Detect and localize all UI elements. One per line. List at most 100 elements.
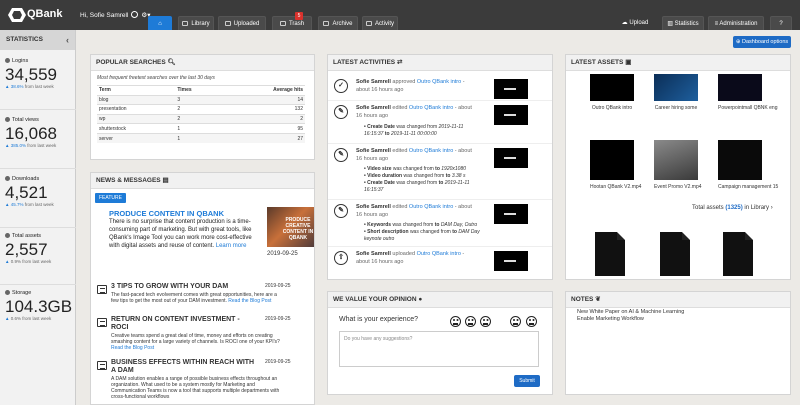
asset-thumbnail[interactable] <box>494 79 528 99</box>
activity-user[interactable]: Sofie Samrell <box>356 79 391 85</box>
activity-asset-link[interactable]: Outro QBank intro <box>409 204 453 210</box>
very-happy-face-icon[interactable] <box>526 316 537 327</box>
tab-archive[interactable]: Archive <box>318 16 358 30</box>
column-header[interactable]: Times <box>175 85 221 96</box>
library-icon <box>182 21 189 26</box>
notes-content[interactable]: New White Paper on AI & Machine Learning… <box>577 309 684 323</box>
featured-image[interactable]: PRODUCE CREATIVE CONTENT IN QBANK <box>267 207 314 247</box>
activity-user[interactable]: Sofie Samrell <box>356 251 391 257</box>
asset-tile[interactable]: Hootan QBank V2.mp4 <box>590 140 641 190</box>
tab-uploaded[interactable]: Uploaded <box>218 16 266 30</box>
asset-thumbnail[interactable] <box>494 105 528 125</box>
very-unhappy-face-icon[interactable] <box>450 316 461 327</box>
asset-tile[interactable]: Career hiring some <box>654 74 698 111</box>
term-cell[interactable]: blog <box>97 94 176 105</box>
dashboard-options-button[interactable]: ⊕ Dashboard options <box>733 36 791 48</box>
help-button[interactable]: ? <box>770 16 792 30</box>
term-cell[interactable]: presentation <box>97 104 176 115</box>
dashboard-options-label: Dashboard options <box>741 39 789 45</box>
article-title[interactable]: BUSINESS EFFECTS WITHIN REACH WITH A DAM <box>111 359 256 375</box>
activity-user[interactable]: Sofie Samrell <box>356 148 391 154</box>
activity-asset-link[interactable]: Outro QBank intro <box>409 148 453 154</box>
total-assets-link[interactable]: Total assets (1325) in Library › <box>692 205 773 211</box>
table-row[interactable]: blog 3 14 <box>97 94 305 105</box>
happy-face-icon[interactable] <box>510 316 521 327</box>
asset-thumbnail[interactable] <box>718 140 762 180</box>
activity-user[interactable]: Sofie Samrell <box>356 105 391 111</box>
eye-icon <box>5 117 10 122</box>
stat-storage: Storage 104.3GB ▲ 0.6% from last week <box>0 290 76 321</box>
table-row[interactable]: shutterstock 1 95 <box>97 123 305 134</box>
activity-asset-link[interactable]: Outro QBank intro <box>409 105 453 111</box>
plus-circle-icon: ⊕ <box>735 39 741 45</box>
stat-change-text: from last week <box>24 202 54 207</box>
times-cell: 2 <box>175 104 221 115</box>
activity-user[interactable]: Sofie Samrell <box>356 204 391 210</box>
learn-more-link[interactable]: Learn more <box>216 243 247 249</box>
upload-icon: ⇧ <box>334 251 348 265</box>
activity-asset-link[interactable]: Outro QBank intro <box>417 79 461 85</box>
table-row[interactable]: wp 2 2 <box>97 113 305 124</box>
read-blog-link[interactable]: Read the Blog Post <box>111 345 154 351</box>
change-text: was changed from <box>392 166 434 172</box>
tab-library[interactable]: Library <box>178 16 214 30</box>
change-list: Create Date was changed from 2019-11-11 … <box>364 124 484 138</box>
document-icon[interactable] <box>723 232 753 276</box>
app-name[interactable]: QBank <box>27 8 62 20</box>
featured-date: 2019-09-25 <box>267 251 298 257</box>
panel-title: POPULAR SEARCHES <box>96 59 166 66</box>
neutral-face-icon[interactable] <box>480 316 491 327</box>
qbank-logo-icon[interactable] <box>8 8 26 22</box>
asset-thumbnail[interactable] <box>590 74 634 101</box>
divider <box>328 100 552 101</box>
change-list: Video size was changed from to 1920x1080… <box>364 166 484 194</box>
asset-thumbnail[interactable] <box>590 140 634 180</box>
asset-thumbnail[interactable] <box>654 74 698 101</box>
stat-label: Downloads <box>12 176 40 182</box>
article-title[interactable]: 3 TIPS TO GROW WITH YOUR DAM <box>111 283 256 291</box>
stat-downloads: Downloads 4,521 ▲ 45.7% from last week <box>0 176 76 207</box>
asset-thumbnail[interactable] <box>718 74 762 101</box>
asset-thumbnail[interactable] <box>654 140 698 180</box>
shuffle-icon: ⇄ <box>396 59 403 66</box>
article-title[interactable]: RETURN ON CONTENT INVESTMENT - ROCI <box>111 316 256 332</box>
document-icon[interactable] <box>660 232 690 276</box>
column-header[interactable]: Average hits <box>220 85 305 96</box>
featured-title[interactable]: PRODUCE CONTENT IN QBANK <box>109 209 224 218</box>
trash-icon <box>279 21 286 26</box>
term-cell[interactable]: wp <box>97 113 176 124</box>
read-blog-link[interactable]: Read the Blog Post <box>228 298 271 304</box>
tab-home[interactable]: ⌂ <box>148 16 172 30</box>
submit-button[interactable]: Submit <box>514 375 540 387</box>
stat-change: 38.6% <box>10 84 24 89</box>
asset-thumbnail[interactable] <box>494 148 528 168</box>
statistics-button[interactable]: ▥ Statistics <box>662 16 704 30</box>
term-cell[interactable]: shutterstock <box>97 123 176 134</box>
administration-label: Administration <box>719 21 758 27</box>
unhappy-face-icon[interactable] <box>465 316 476 327</box>
table-row[interactable]: presentation 2 132 <box>97 104 305 115</box>
suggestions-textarea[interactable]: Do you have any suggestions? <box>339 331 539 367</box>
column-header[interactable]: Term <box>97 85 176 96</box>
term-cell[interactable]: server <box>97 132 176 144</box>
asset-thumbnail[interactable] <box>494 251 528 271</box>
user-greeting[interactable]: Hi, Sofie Samrell ⚙▾ <box>80 11 151 19</box>
stat-change: 0.9% <box>10 259 21 264</box>
activity-asset-link[interactable]: Outro QBank intro <box>417 251 461 257</box>
asset-label: Campaign management 15 <box>718 184 779 190</box>
collapse-chevron-icon[interactable]: ‹ <box>66 30 69 50</box>
divider <box>0 227 76 228</box>
asset-tile[interactable]: Event Promo V2.mp4 <box>654 140 702 190</box>
asset-tile[interactable]: Campaign management 15 <box>718 140 779 190</box>
asset-thumbnail[interactable] <box>494 204 528 224</box>
administration-button[interactable]: ≡ Administration <box>708 16 764 30</box>
featured-body: There is no surprise that content produc… <box>109 218 261 250</box>
tab-trash[interactable]: Trash 5 <box>272 12 312 30</box>
tab-activity[interactable]: Activity <box>362 16 398 30</box>
document-icon[interactable] <box>595 232 625 276</box>
stat-value: 34,559 <box>5 65 57 84</box>
upload-button[interactable]: ☁ Upload <box>620 16 650 30</box>
table-row[interactable]: server 1 27 <box>97 132 305 144</box>
asset-tile[interactable]: Powerpointmall QBNK eng <box>718 74 777 111</box>
asset-tile[interactable]: Outro QBank intro <box>590 74 634 111</box>
